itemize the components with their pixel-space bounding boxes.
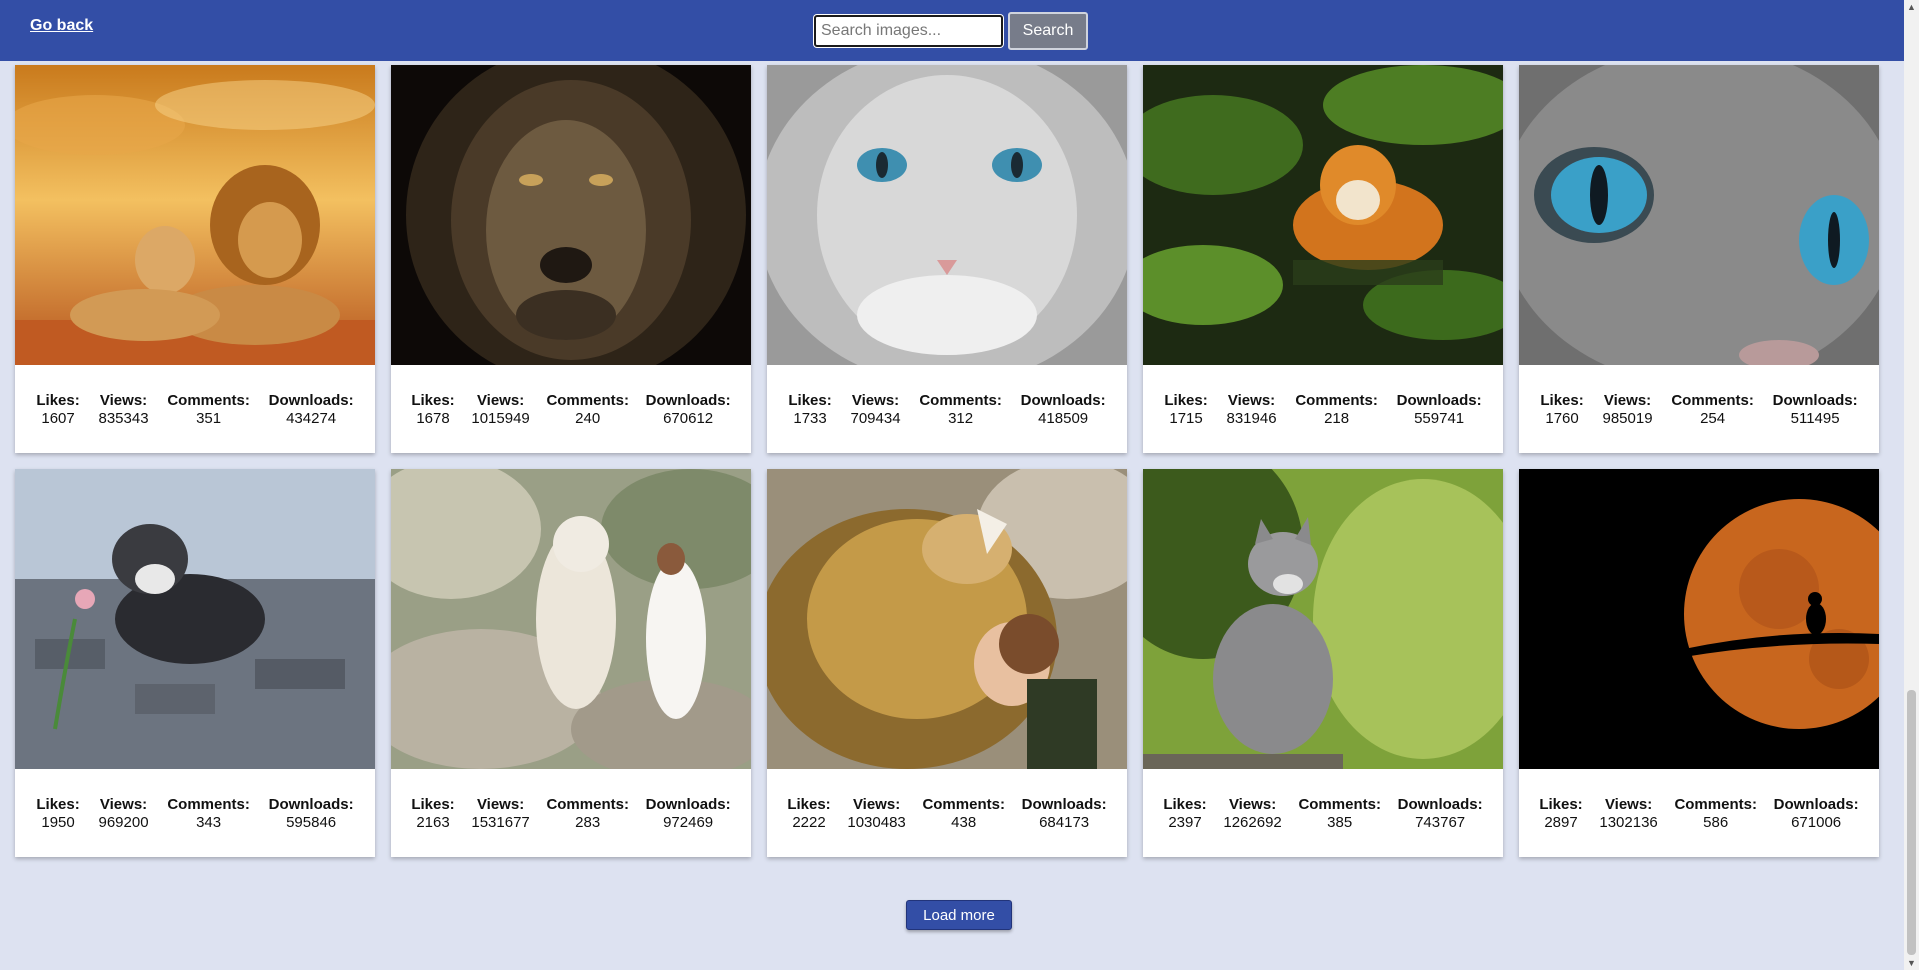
views-stat: Views: 1262692: [1223, 796, 1282, 831]
search-input[interactable]: [814, 15, 1003, 47]
comments-stat: Comments: 438: [922, 796, 1005, 831]
image-stats: Likes: 2163 Views: 1531677 Comments: 283 Do…: [391, 796, 751, 832]
likes-stat: Likes: 1678: [411, 392, 455, 427]
top-bar: Go back Search: [0, 0, 1904, 61]
image-stats: Likes: 1607 Views: 835343 Comments: 351 Dow…: [15, 392, 375, 428]
image-thumbnail[interactable]: [767, 65, 1127, 365]
image-card[interactable]: Likes: 2397 Views: 1262692 Comments: 385 Do…: [1143, 469, 1503, 857]
image-thumbnail[interactable]: [1143, 469, 1503, 769]
comments-stat: Comments: 312: [919, 392, 1002, 427]
image-grid: Likes: 1607 Views: 835343 Comments: 351 Dow…: [15, 65, 1891, 858]
downloads-stat: Downloads: 559741: [1396, 392, 1482, 427]
downloads-stat: Downloads: 684173: [1021, 796, 1107, 831]
image-thumbnail[interactable]: [767, 469, 1127, 769]
image-thumbnail[interactable]: [1143, 65, 1503, 365]
image-card[interactable]: Likes: 1733 Views: 709434 Comments: 312 Dow…: [767, 65, 1127, 453]
image-stats: Likes: 2397 Views: 1262692 Comments: 385 Do…: [1143, 796, 1503, 832]
likes-stat: Likes: 1760: [1540, 392, 1584, 427]
load-more-button[interactable]: Load more: [906, 900, 1012, 930]
image-card[interactable]: Likes: 2222 Views: 1030483 Comments: 438 Do…: [767, 469, 1127, 857]
likes-stat: Likes: 2897: [1539, 796, 1583, 831]
views-stat: Views: 831946: [1226, 392, 1277, 427]
white-tiger-and-woman-image: [391, 469, 751, 769]
comments-stat: Comments: 385: [1298, 796, 1381, 831]
views-stat: Views: 1302136: [1599, 796, 1658, 831]
downloads-stat: Downloads: 434274: [268, 392, 354, 427]
scroll-thumb[interactable]: [1907, 690, 1916, 955]
grey-cat-image: [767, 65, 1127, 365]
views-stat: Views: 835343: [98, 392, 149, 427]
views-stat: Views: 985019: [1602, 392, 1653, 427]
likes-stat: Likes: 2163: [411, 796, 455, 831]
scroll-down-arrow-icon[interactable]: ▼: [1907, 958, 1916, 968]
comments-stat: Comments: 343: [167, 796, 250, 831]
image-thumbnail[interactable]: [15, 65, 375, 365]
cat-blue-eyes-image: [1519, 65, 1879, 365]
lion-face-image: [391, 65, 751, 365]
image-card[interactable]: Likes: 1950 Views: 969200 Comments: 343 Dow…: [15, 469, 375, 857]
image-stats: Likes: 1760 Views: 985019 Comments: 254 Dow…: [1519, 392, 1879, 428]
go-back-link[interactable]: Go back: [30, 17, 93, 35]
image-thumbnail[interactable]: [391, 469, 751, 769]
lion-and-lioness-image: [15, 65, 375, 365]
comments-stat: Comments: 240: [546, 392, 629, 427]
downloads-stat: Downloads: 595846: [268, 796, 354, 831]
image-stats: Likes: 1950 Views: 969200 Comments: 343 Dow…: [15, 796, 375, 832]
downloads-stat: Downloads: 671006: [1773, 796, 1859, 831]
image-stats: Likes: 2897 Views: 1302136 Comments: 586 Do…: [1519, 796, 1879, 832]
likes-stat: Likes: 1950: [36, 796, 80, 831]
image-stats: Likes: 1715 Views: 831946 Comments: 218 Dow…: [1143, 392, 1503, 428]
image-stats: Likes: 2222 Views: 1030483 Comments: 438 Do…: [767, 796, 1127, 832]
likes-stat: Likes: 2222: [787, 796, 831, 831]
likes-stat: Likes: 1715: [1164, 392, 1208, 427]
downloads-stat: Downloads: 670612: [645, 392, 731, 427]
downloads-stat: Downloads: 743767: [1397, 796, 1483, 831]
kitten-on-rock-image: [1143, 469, 1503, 769]
views-stat: Views: 709434: [850, 392, 901, 427]
comments-stat: Comments: 218: [1295, 392, 1378, 427]
kitten-with-flower-image: [15, 469, 375, 769]
scroll-up-arrow-icon[interactable]: ▲: [1907, 2, 1916, 12]
cat-silhouette-moon-image: [1519, 469, 1879, 769]
views-stat: Views: 969200: [98, 796, 149, 831]
image-thumbnail[interactable]: [1519, 65, 1879, 365]
likes-stat: Likes: 1733: [788, 392, 832, 427]
views-stat: Views: 1030483: [847, 796, 906, 831]
image-card[interactable]: Likes: 1760 Views: 985019 Comments: 254 Dow…: [1519, 65, 1879, 453]
tiger-in-water-image: [1143, 65, 1503, 365]
downloads-stat: Downloads: 511495: [1772, 392, 1858, 427]
comments-stat: Comments: 254: [1671, 392, 1754, 427]
image-card[interactable]: Likes: 2897 Views: 1302136 Comments: 586 Do…: [1519, 469, 1879, 857]
views-stat: Views: 1531677: [471, 796, 530, 831]
lion-and-girl-image: [767, 469, 1127, 769]
downloads-stat: Downloads: 418509: [1020, 392, 1106, 427]
likes-stat: Likes: 2397: [1163, 796, 1207, 831]
image-thumbnail[interactable]: [1519, 469, 1879, 769]
image-stats: Likes: 1733 Views: 709434 Comments: 312 Dow…: [767, 392, 1127, 428]
image-thumbnail[interactable]: [15, 469, 375, 769]
vertical-scrollbar[interactable]: ▲ ▼: [1904, 0, 1919, 970]
comments-stat: Comments: 351: [167, 392, 250, 427]
image-card[interactable]: Likes: 2163 Views: 1531677 Comments: 283 Do…: [391, 469, 751, 857]
image-card[interactable]: Likes: 1607 Views: 835343 Comments: 351 Dow…: [15, 65, 375, 453]
views-stat: Views: 1015949: [471, 392, 530, 427]
likes-stat: Likes: 1607: [36, 392, 80, 427]
image-stats: Likes: 1678 Views: 1015949 Comments: 240 Do…: [391, 392, 751, 428]
comments-stat: Comments: 283: [546, 796, 629, 831]
search-button[interactable]: Search: [1008, 12, 1088, 50]
downloads-stat: Downloads: 972469: [645, 796, 731, 831]
image-card[interactable]: Likes: 1678 Views: 1015949 Comments: 240 Do…: [391, 65, 751, 453]
comments-stat: Comments: 586: [1674, 796, 1757, 831]
image-thumbnail[interactable]: [391, 65, 751, 365]
image-card[interactable]: Likes: 1715 Views: 831946 Comments: 218 Dow…: [1143, 65, 1503, 453]
